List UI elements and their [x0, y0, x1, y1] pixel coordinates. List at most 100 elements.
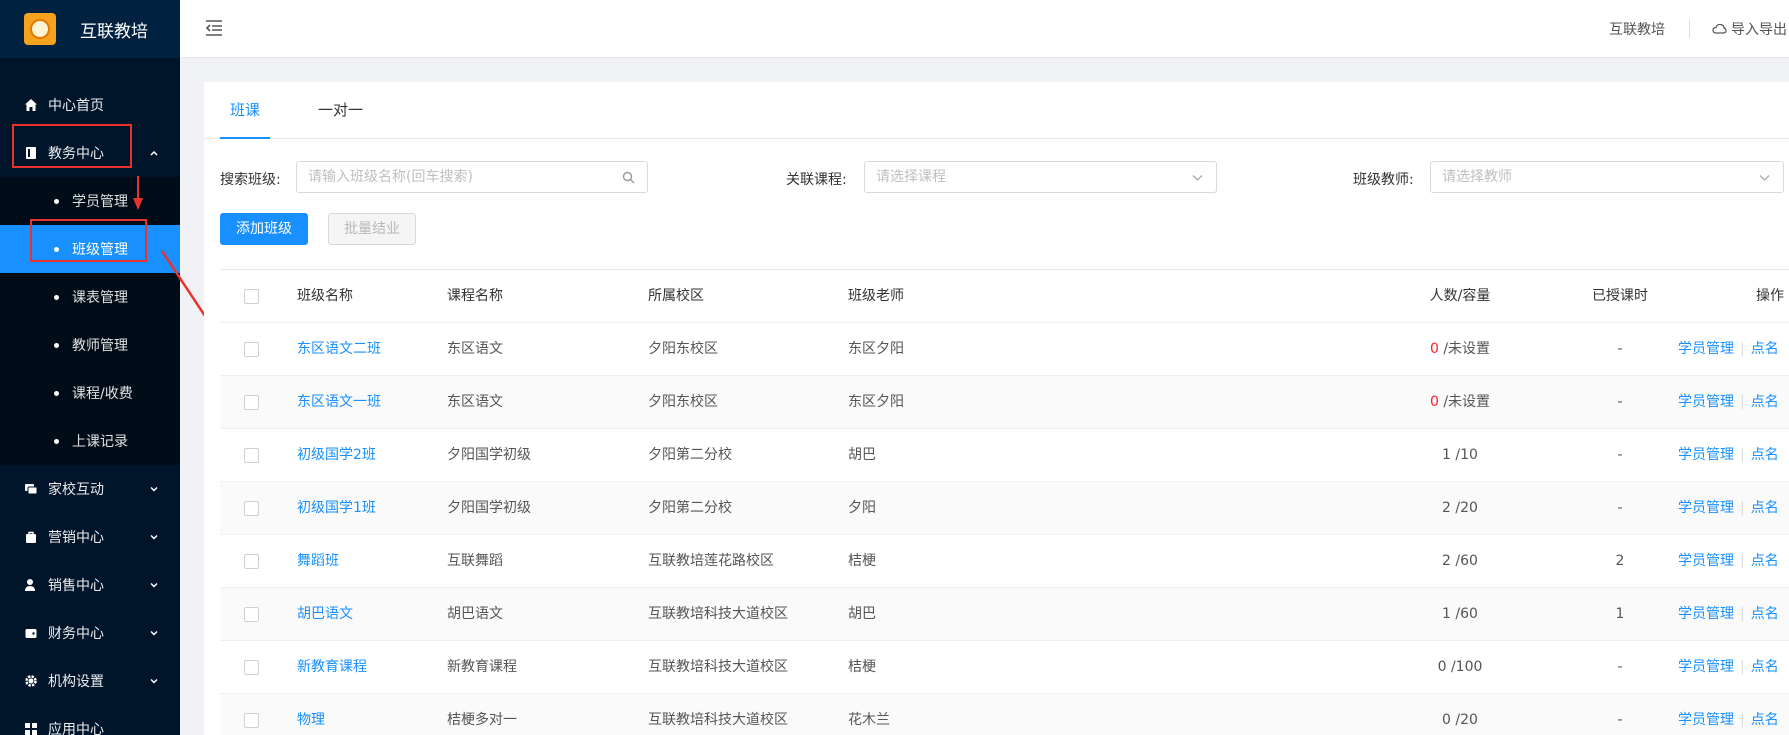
row-checkbox[interactable]	[244, 395, 259, 410]
sidebar-item-academic[interactable]: 教务中心	[0, 129, 180, 177]
table-row: 东区语文二班 东区语文 夕阳东校区 东区夕阳 0 /未设置 - 学员管理 | 点名	[220, 323, 1789, 376]
course-label: 关联课程:	[786, 172, 847, 188]
table-header-row: 班级名称 课程名称 所属校区 班级老师 人数/容量 已授课时 操作	[220, 270, 1789, 323]
sidebar-item-home-school[interactable]: 家校互动	[0, 465, 180, 513]
class-name-link[interactable]: 东区语文一班	[297, 376, 381, 429]
book-icon	[26, 147, 36, 159]
roll-call-link[interactable]: 点名	[1751, 606, 1779, 622]
campus-name: 夕阳第二分校	[648, 500, 732, 516]
table-row: 初级国学1班 夕阳国学初级 夕阳第二分校 夕阳 2 /20 - 学员管理 | 点名	[220, 482, 1789, 535]
add-class-button[interactable]: 添加班级	[220, 213, 308, 245]
roll-call-link[interactable]: 点名	[1751, 553, 1779, 569]
student-management-link[interactable]: 学员管理	[1678, 500, 1734, 516]
student-management-link[interactable]: 学员管理	[1678, 447, 1734, 463]
class-name-link[interactable]: 物理	[297, 694, 325, 735]
class-name-link[interactable]: 舞蹈班	[297, 535, 339, 588]
teacher-name: 花木兰	[848, 712, 890, 728]
search-input[interactable]: 请输入班级名称(回车搜索)	[296, 161, 648, 193]
chevron-down-icon	[150, 678, 158, 684]
import-export-button[interactable]: 导入导出	[1712, 19, 1789, 39]
teacher-select[interactable]: 请选择教师	[1430, 161, 1784, 193]
sidebar-item-records[interactable]: 上课记录	[0, 417, 180, 465]
class-name-link[interactable]: 新教育课程	[297, 641, 367, 694]
select-all-checkbox[interactable]	[244, 289, 259, 304]
sidebar-item-teachers[interactable]: 教师管理	[0, 321, 180, 369]
student-management-link[interactable]: 学员管理	[1678, 553, 1734, 569]
sidebar-item-classes[interactable]: 班级管理	[0, 225, 180, 273]
campus-name: 夕阳东校区	[648, 341, 718, 357]
sidebar-item-label: 班级管理	[72, 242, 128, 258]
roll-call-link[interactable]: 点名	[1751, 712, 1779, 728]
row-checkbox[interactable]	[244, 660, 259, 675]
row-checkbox[interactable]	[244, 713, 259, 728]
student-management-link[interactable]: 学员管理	[1678, 659, 1734, 675]
student-management-link[interactable]: 学员管理	[1678, 606, 1734, 622]
row-checkbox[interactable]	[244, 501, 259, 516]
sidebar-item-home[interactable]: 中心首页	[0, 81, 180, 129]
chevron-down-icon	[1192, 175, 1203, 181]
sidebar-item-settings[interactable]: 机构设置	[0, 657, 180, 705]
student-management-link[interactable]: 学员管理	[1678, 394, 1734, 410]
course-name: 互联舞蹈	[447, 553, 503, 569]
row-actions: 学员管理 | 点名	[1678, 535, 1779, 588]
bullet-icon	[54, 198, 59, 204]
column-header: 已授课时	[1592, 288, 1648, 304]
brand: 互联教培	[0, 0, 180, 58]
chevron-down-icon	[1759, 175, 1770, 181]
tab-group-class[interactable]: 班课	[220, 82, 271, 139]
row-checkbox[interactable]	[244, 342, 259, 357]
batch-graduate-button: 批量结业	[328, 213, 416, 245]
sidebar-item-students[interactable]: 学员管理	[0, 177, 180, 225]
sidebar-item-label: 学员管理	[72, 194, 128, 210]
action-divider: |	[1740, 712, 1745, 728]
academic-submenu: 学员管理 班级管理 课表管理 教师管理 课程/收费 上课记录	[0, 177, 180, 465]
roll-call-link[interactable]: 点名	[1751, 659, 1779, 675]
row-actions: 学员管理 | 点名	[1678, 482, 1779, 535]
menu-fold-icon[interactable]	[204, 18, 224, 38]
tab-one-on-one[interactable]: 一对一	[308, 82, 373, 138]
sidebar-item-courses[interactable]: 课程/收费	[0, 369, 180, 417]
action-divider: |	[1740, 500, 1745, 516]
roll-call-link[interactable]: 点名	[1751, 500, 1779, 516]
search-placeholder: 请输入班级名称(回车搜索)	[308, 169, 473, 185]
table-row: 新教育课程 新教育课程 互联教培科技大道校区 桔梗 0 /100 - 学员管理 | 点名	[220, 641, 1789, 694]
bullet-icon	[54, 438, 59, 444]
school-logo-icon	[24, 13, 56, 45]
sidebar-item-label: 营销中心	[48, 530, 104, 546]
class-name-link[interactable]: 东区语文二班	[297, 323, 381, 376]
row-checkbox[interactable]	[244, 607, 259, 622]
class-name-link[interactable]: 胡巴语文	[297, 588, 353, 641]
class-name-link[interactable]: 初级国学1班	[297, 482, 376, 535]
sidebar-item-sales[interactable]: 销售中心	[0, 561, 180, 609]
row-checkbox[interactable]	[244, 554, 259, 569]
capacity: /60	[1455, 553, 1478, 569]
chevron-down-icon	[150, 534, 158, 540]
column-header: 班级老师	[848, 288, 904, 304]
header-user[interactable]: 互联教培	[1609, 19, 1689, 39]
sidebar-item-label: 销售中心	[48, 578, 104, 594]
roll-call-link[interactable]: 点名	[1751, 341, 1779, 357]
sidebar-item-apps[interactable]: 应用中心	[0, 705, 180, 735]
action-bar: 添加班级 批量结业	[204, 203, 1789, 255]
row-checkbox[interactable]	[244, 448, 259, 463]
roll-call-link[interactable]: 点名	[1751, 447, 1779, 463]
class-name-link[interactable]: 初级国学2班	[297, 429, 376, 482]
teacher-name: 东区夕阳	[848, 341, 904, 357]
roll-call-link[interactable]: 点名	[1751, 394, 1779, 410]
sidebar-item-finance[interactable]: 财务中心	[0, 609, 180, 657]
sidebar-item-label: 课程/收费	[72, 386, 133, 402]
course-select[interactable]: 请选择课程	[864, 161, 1217, 193]
count-capacity: 0 /未设置	[1400, 323, 1520, 376]
student-management-link[interactable]: 学员管理	[1678, 712, 1734, 728]
campus-name: 互联教培莲花路校区	[648, 553, 774, 569]
sidebar-item-marketing[interactable]: 营销中心	[0, 513, 180, 561]
action-divider: |	[1740, 606, 1745, 622]
header-divider	[1689, 20, 1690, 38]
sidebar-item-schedule[interactable]: 课表管理	[0, 273, 180, 321]
course-name: 胡巴语文	[447, 606, 503, 622]
chevron-down-icon	[150, 630, 158, 636]
student-management-link[interactable]: 学员管理	[1678, 341, 1734, 357]
student-count: 0	[1437, 659, 1447, 675]
capacity: /未设置	[1443, 341, 1491, 357]
student-count: 2	[1442, 500, 1451, 516]
